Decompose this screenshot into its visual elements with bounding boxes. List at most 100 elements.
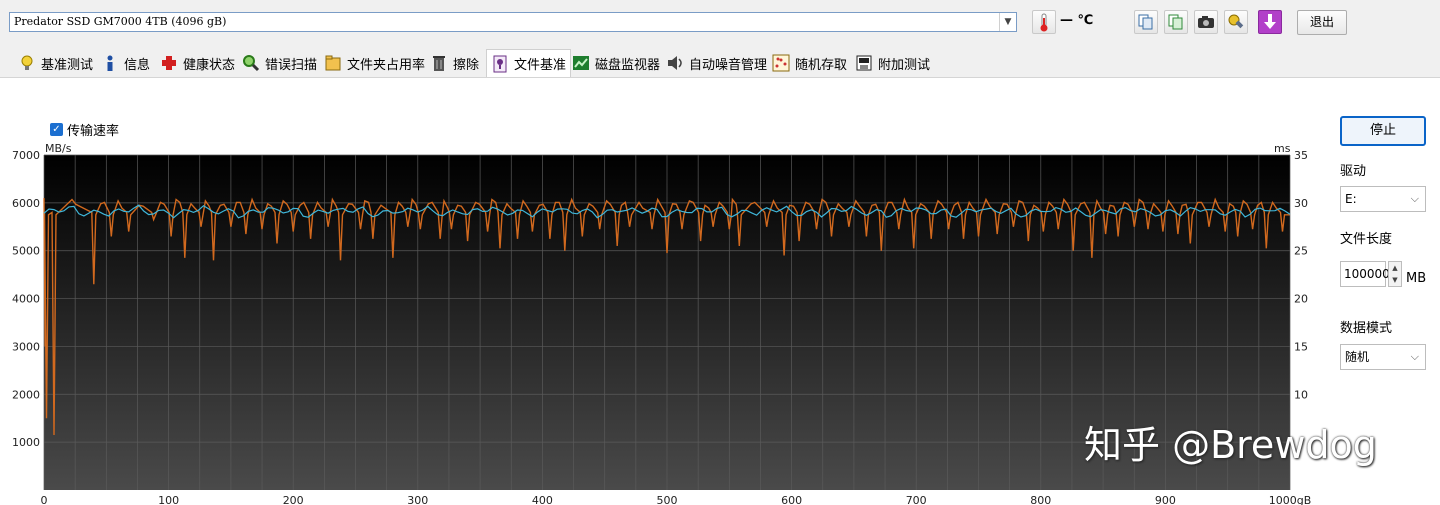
y-left-tick-label: 6000 <box>12 197 40 210</box>
arrow-down-icon <box>1264 14 1276 29</box>
tab-label: 文件夹占用率 <box>347 57 426 73</box>
drive-combo-value: E: <box>1345 192 1357 206</box>
tab-label: 健康状态 <box>183 57 236 73</box>
drive-select[interactable]: Predator SSD GM7000 4TB (4096 gB) ▼ <box>9 12 1017 32</box>
x-tick-label: 0 <box>41 494 48 505</box>
tab-health[interactable]: 健康状态 <box>160 51 235 75</box>
tab-label: 文件基准 <box>514 58 567 73</box>
y-left-unit-label: MB/s <box>45 142 72 155</box>
watermark: 知乎 @Brewdog <box>1084 423 1377 467</box>
file-benchmark-panel: ✓ 传输速率 1000 2000 3000 4000 5000 6000 7000 10 15… <box>0 78 1440 505</box>
file-benchmark-icon <box>491 55 509 73</box>
download-button[interactable] <box>1258 10 1282 34</box>
y-axis-right: 10 15 20 25 30 35 <box>1294 149 1308 401</box>
transfer-rate-label: 传输速率 <box>67 124 120 139</box>
y-left-tick-label: 7000 <box>12 149 40 162</box>
filesize-unit: MB <box>1406 271 1427 286</box>
datamode-combo-value: 随机 <box>1345 350 1370 364</box>
transfer-rate-checkbox-row[interactable]: ✓ 传输速率 <box>50 120 119 139</box>
y-right-tick-label: 20 <box>1294 293 1308 306</box>
drive-combo[interactable]: E: ⌵ <box>1340 186 1426 212</box>
tab-bar: 基准测试 信息 健康状态 错误扫描 文件夹占用率 擦除 文件基准 磁盘监视器 自… <box>0 47 1440 78</box>
exit-button[interactable]: 退出 <box>1297 10 1347 35</box>
thermometer-button[interactable] <box>1032 10 1056 34</box>
tab-label: 信息 <box>124 57 151 73</box>
x-tick-label: 900 <box>1155 494 1176 505</box>
drive-label: 驱动 <box>1340 164 1367 179</box>
filesize-label: 文件长度 <box>1340 232 1393 247</box>
transfer-rate-checkbox[interactable]: ✓ <box>50 123 63 136</box>
document-copy-icon <box>1168 14 1183 30</box>
tab-info[interactable]: 信息 <box>101 51 150 75</box>
bulb-icon <box>18 54 36 72</box>
filesize-stepper[interactable]: ▲ ▼ <box>1388 261 1402 287</box>
stepper-up-icon[interactable]: ▲ <box>1389 262 1401 274</box>
y-left-tick-label: 5000 <box>12 245 40 258</box>
speaker-icon <box>666 54 684 72</box>
tab-label: 附加测试 <box>878 57 931 73</box>
tools-icon <box>1228 14 1244 29</box>
y-left-tick-label: 2000 <box>12 388 40 401</box>
thermometer-icon <box>1040 13 1048 32</box>
health-cross-icon <box>160 54 178 72</box>
temperature-readout: — ℃ <box>1060 13 1094 28</box>
tab-label: 随机存取 <box>795 57 848 73</box>
tab-label: 自动噪音管理 <box>689 57 768 73</box>
y-right-tick-label: 10 <box>1294 388 1308 401</box>
tab-folder-usage[interactable]: 文件夹占用率 <box>324 51 425 75</box>
tab-extra-tests[interactable]: 附加测试 <box>855 51 930 75</box>
filesize-input[interactable]: 100000 <box>1340 261 1390 287</box>
y-right-tick-label: 35 <box>1294 149 1308 162</box>
folder-icon <box>324 54 342 72</box>
x-tick-label: 200 <box>283 494 304 505</box>
camera-icon <box>1198 16 1214 28</box>
tab-benchmark[interactable]: 基准测试 <box>18 51 93 75</box>
tab-label: 擦除 <box>453 57 480 73</box>
tab-error-scan[interactable]: 错误扫描 <box>242 51 317 75</box>
stop-button[interactable]: 停止 <box>1340 116 1426 146</box>
extra-test-icon <box>855 54 873 72</box>
tab-disk-monitor[interactable]: 磁盘监视器 <box>572 51 660 75</box>
info-icon <box>101 54 119 72</box>
copy-icon <box>1138 14 1153 30</box>
x-tick-label: 600 <box>781 494 802 505</box>
datamode-combo[interactable]: 随机 ⌵ <box>1340 344 1426 370</box>
y-right-tick-label: 15 <box>1294 340 1308 353</box>
stepper-down-icon[interactable]: ▼ <box>1389 274 1401 286</box>
tab-label: 基准测试 <box>41 57 94 73</box>
tab-label: 磁盘监视器 <box>595 57 661 73</box>
copy-button[interactable] <box>1134 10 1158 34</box>
x-tick-label: 700 <box>906 494 927 505</box>
y-left-tick-label: 4000 <box>12 293 40 306</box>
y-right-tick-label: 25 <box>1294 245 1308 258</box>
drive-select-value: Predator SSD GM7000 4TB (4096 gB) <box>14 15 227 28</box>
monitor-chart-icon <box>572 54 590 72</box>
x-tick-label: 1000gB <box>1269 494 1312 505</box>
x-tick-label: 500 <box>657 494 678 505</box>
chevron-down-icon[interactable]: ⌵ <box>1411 187 1419 211</box>
tab-label: 错误扫描 <box>265 57 318 73</box>
toolbar: Predator SSD GM7000 4TB (4096 gB) ▼ — ℃ <box>0 0 1440 46</box>
y-left-tick-label: 1000 <box>12 436 40 449</box>
magnifier-icon <box>242 54 260 72</box>
tab-erase[interactable]: 擦除 <box>430 51 479 75</box>
trash-icon <box>430 54 448 72</box>
random-access-icon <box>772 54 790 72</box>
y-left-tick-label: 3000 <box>12 340 40 353</box>
tab-file-benchmark[interactable]: 文件基准 <box>486 49 572 77</box>
y-axis-left: 1000 2000 3000 4000 5000 6000 7000 <box>12 149 40 449</box>
x-axis: 0 100 200 300 400 500 600 700 800 900 1000gB <box>41 494 1312 505</box>
options-button[interactable] <box>1224 10 1248 34</box>
screenshot-button[interactable] <box>1194 10 1218 34</box>
x-tick-label: 400 <box>532 494 553 505</box>
tab-random-access[interactable]: 随机存取 <box>772 51 847 75</box>
chevron-down-icon[interactable]: ▼ <box>999 13 1016 31</box>
y-right-unit-label: ms <box>1274 142 1291 155</box>
x-tick-label: 100 <box>158 494 179 505</box>
chevron-down-icon[interactable]: ⌵ <box>1411 345 1419 369</box>
save-text-button[interactable] <box>1164 10 1188 34</box>
datamode-label: 数据模式 <box>1340 321 1393 336</box>
x-tick-label: 300 <box>407 494 428 505</box>
x-tick-label: 800 <box>1030 494 1051 505</box>
tab-noise-management[interactable]: 自动噪音管理 <box>666 51 767 75</box>
